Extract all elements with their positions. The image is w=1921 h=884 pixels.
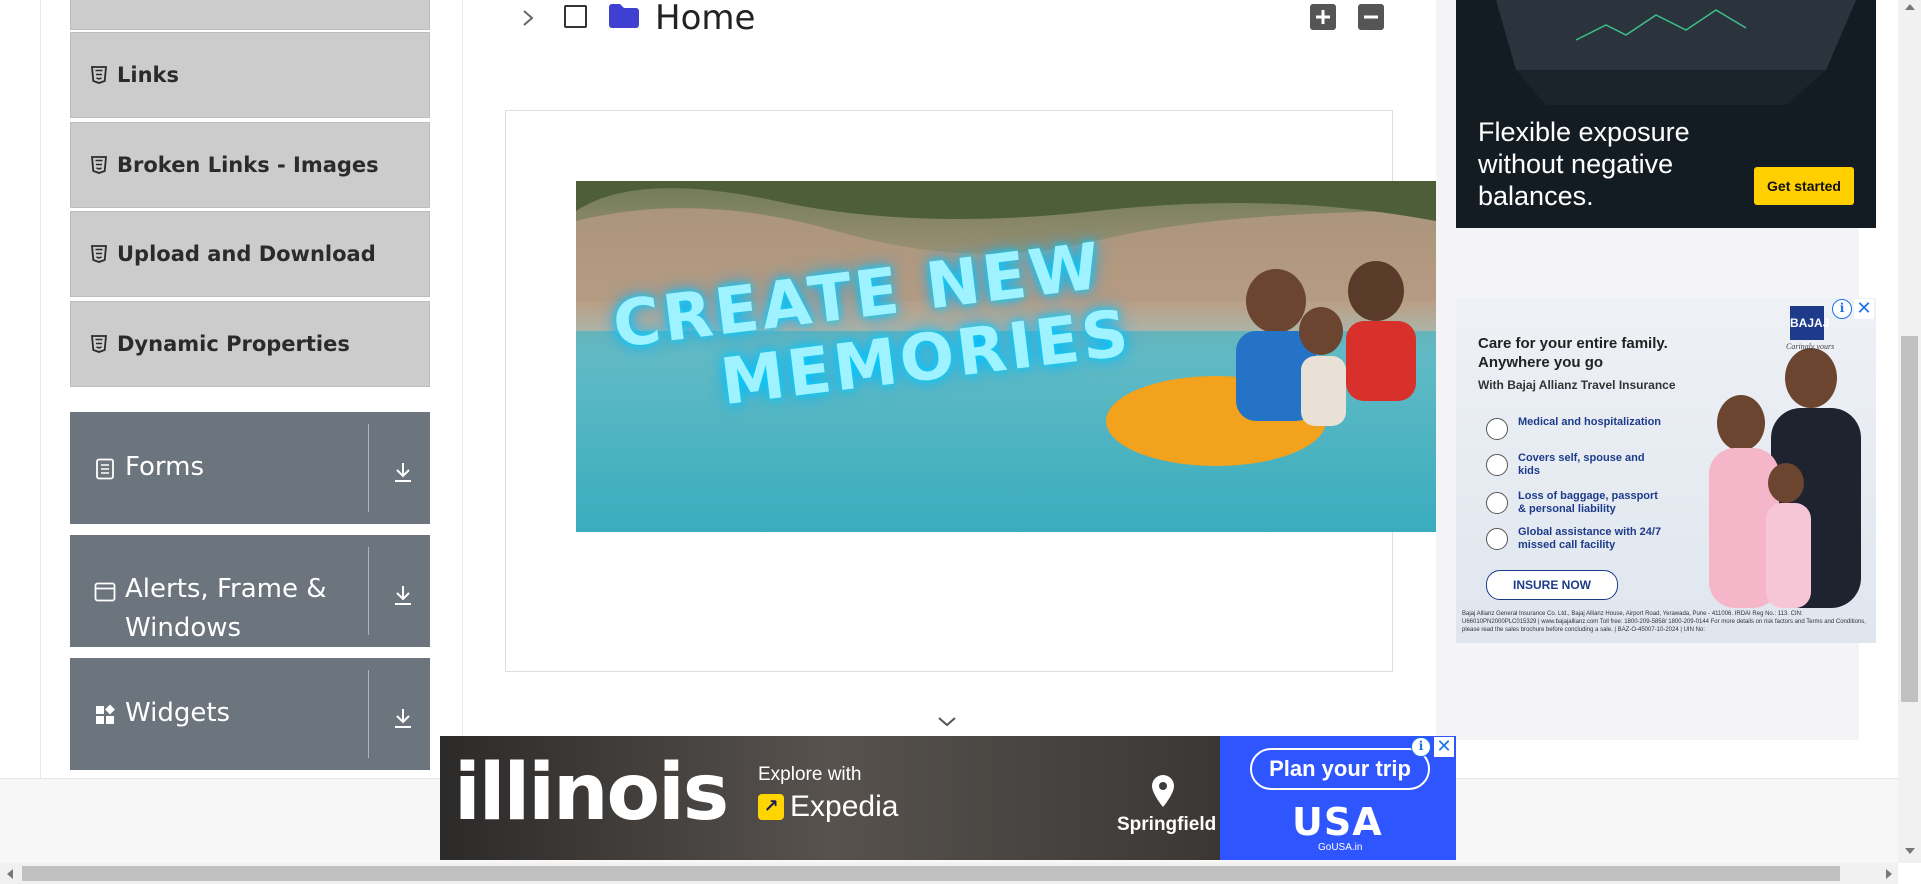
widgets-icon — [96, 704, 115, 724]
tree-checkbox-home[interactable] — [564, 5, 587, 28]
form-icon — [96, 458, 114, 480]
insure-now-button[interactable]: INSURE NOW — [1486, 570, 1618, 600]
sidebar-item-label: Upload and Download — [117, 242, 376, 266]
download-arrow-icon[interactable] — [391, 460, 415, 484]
expedia-icon: ↗ — [758, 794, 784, 820]
trading-ad[interactable]: Flexible exposure without negative balan… — [1456, 0, 1876, 228]
sidebar-item-broken-links[interactable]: Broken Links - Images — [70, 122, 430, 208]
feature-item: Medical and hospitalization — [1518, 416, 1662, 428]
family-icon — [1486, 454, 1508, 476]
sidebar-item-upload-download[interactable]: Upload and Download — [70, 211, 430, 297]
usa-logo: USA — [1292, 800, 1383, 844]
insurance-subhead: With Bajaj Allianz Travel Insurance — [1478, 378, 1676, 392]
scroll-up-arrow-icon[interactable] — [1904, 2, 1916, 12]
scroll-right-arrow-icon[interactable] — [1884, 868, 1894, 880]
illinois-logo: illinois — [454, 748, 729, 838]
collapse-all-button[interactable] — [1358, 4, 1384, 30]
ad-close-icon[interactable]: ✕ — [1854, 299, 1874, 319]
sidebar-item-label: Broken Links - Images — [117, 153, 379, 177]
expand-all-button[interactable] — [1310, 4, 1336, 30]
group-label: Forms — [125, 452, 205, 482]
sidebar-group-forms[interactable]: Forms — [70, 412, 430, 524]
minus-icon — [1364, 15, 1378, 19]
download-arrow-icon[interactable] — [391, 583, 415, 607]
sidebar-group-alerts[interactable]: Alerts, Frame & Windows — [70, 535, 430, 647]
group-divider — [368, 424, 369, 512]
feature-item: Global assistance with 24/7 missed call … — [1518, 526, 1662, 551]
html5-icon — [91, 66, 107, 84]
plan-trip-button[interactable]: Plan your trip — [1250, 748, 1430, 790]
sidebar-item-label: Links — [117, 63, 179, 87]
insurance-ad[interactable]: BAJAJ Caringly yours Care for your entir… — [1456, 298, 1876, 643]
explore-text: Explore with — [758, 764, 862, 785]
group-divider — [368, 670, 369, 758]
family-photo — [1709, 348, 1861, 608]
banner-ad[interactable]: CREATE NEW MEMORIES — [576, 181, 1436, 532]
group-label: Widgets — [125, 698, 231, 728]
sidebar-group-widgets[interactable]: Widgets — [70, 658, 430, 770]
group-label: Alerts, Frame & Windows — [125, 574, 327, 643]
html5-icon — [91, 335, 107, 353]
horizontal-scroll-thumb[interactable] — [22, 866, 1840, 881]
insurance-fine-print: Bajaj Allianz General Insurance Co. Ltd.… — [1462, 611, 1866, 633]
insurance-headline: Care for your entire family. Anywhere yo… — [1478, 335, 1668, 371]
html5-icon — [91, 245, 107, 263]
scroll-down-arrow-icon[interactable] — [1904, 846, 1916, 856]
scroll-left-arrow-icon[interactable] — [5, 868, 15, 880]
trading-ad-text: Flexible exposure without negative balan… — [1478, 117, 1690, 211]
sidebar-item-previous[interactable] — [70, 0, 430, 30]
download-arrow-icon[interactable] — [391, 706, 415, 730]
feature-item: Covers self, spouse and kids — [1518, 452, 1645, 477]
expedia-text: Expedia — [790, 790, 899, 823]
bajaj-logo: BAJAJ — [1790, 306, 1829, 340]
sidebar-item-links[interactable]: Links — [70, 32, 430, 118]
ad-close-icon[interactable]: ✕ — [1434, 737, 1454, 757]
expand-chevron-icon[interactable] — [518, 6, 538, 30]
brand-tagline: Caringly yours — [1786, 342, 1835, 351]
vertical-scroll-thumb[interactable] — [1901, 336, 1918, 702]
city-text: Springfield — [1117, 814, 1217, 835]
ad-info-icon[interactable]: i — [1832, 299, 1852, 319]
chevron-down-icon[interactable] — [936, 714, 958, 730]
bottom-ad[interactable]: illinois Explore with ↗ Expedia Springfi… — [440, 736, 1456, 860]
html5-icon — [91, 156, 107, 174]
sidebar-item-label: Dynamic Properties — [117, 332, 350, 356]
ad-info-icon[interactable]: i — [1411, 737, 1431, 757]
gousa-text: GoUSA.in — [1318, 842, 1363, 853]
main-divider — [462, 0, 463, 778]
feature-item: Loss of baggage, passport & personal lia… — [1518, 490, 1658, 515]
window-icon — [94, 582, 116, 602]
location-pin-icon — [1152, 775, 1174, 807]
group-divider — [368, 547, 369, 635]
sidebar-item-dynamic-properties[interactable]: Dynamic Properties — [70, 301, 430, 387]
get-started-button[interactable]: Get started — [1754, 167, 1854, 205]
tree-node-label[interactable]: Home — [655, 0, 755, 38]
baggage-icon — [1486, 492, 1508, 514]
support-icon — [1486, 528, 1508, 550]
folder-icon — [609, 4, 639, 28]
laptop-image — [1496, 0, 1856, 105]
medical-icon — [1486, 418, 1508, 440]
sidebar-divider — [40, 0, 41, 778]
plus-icon — [1316, 10, 1330, 24]
